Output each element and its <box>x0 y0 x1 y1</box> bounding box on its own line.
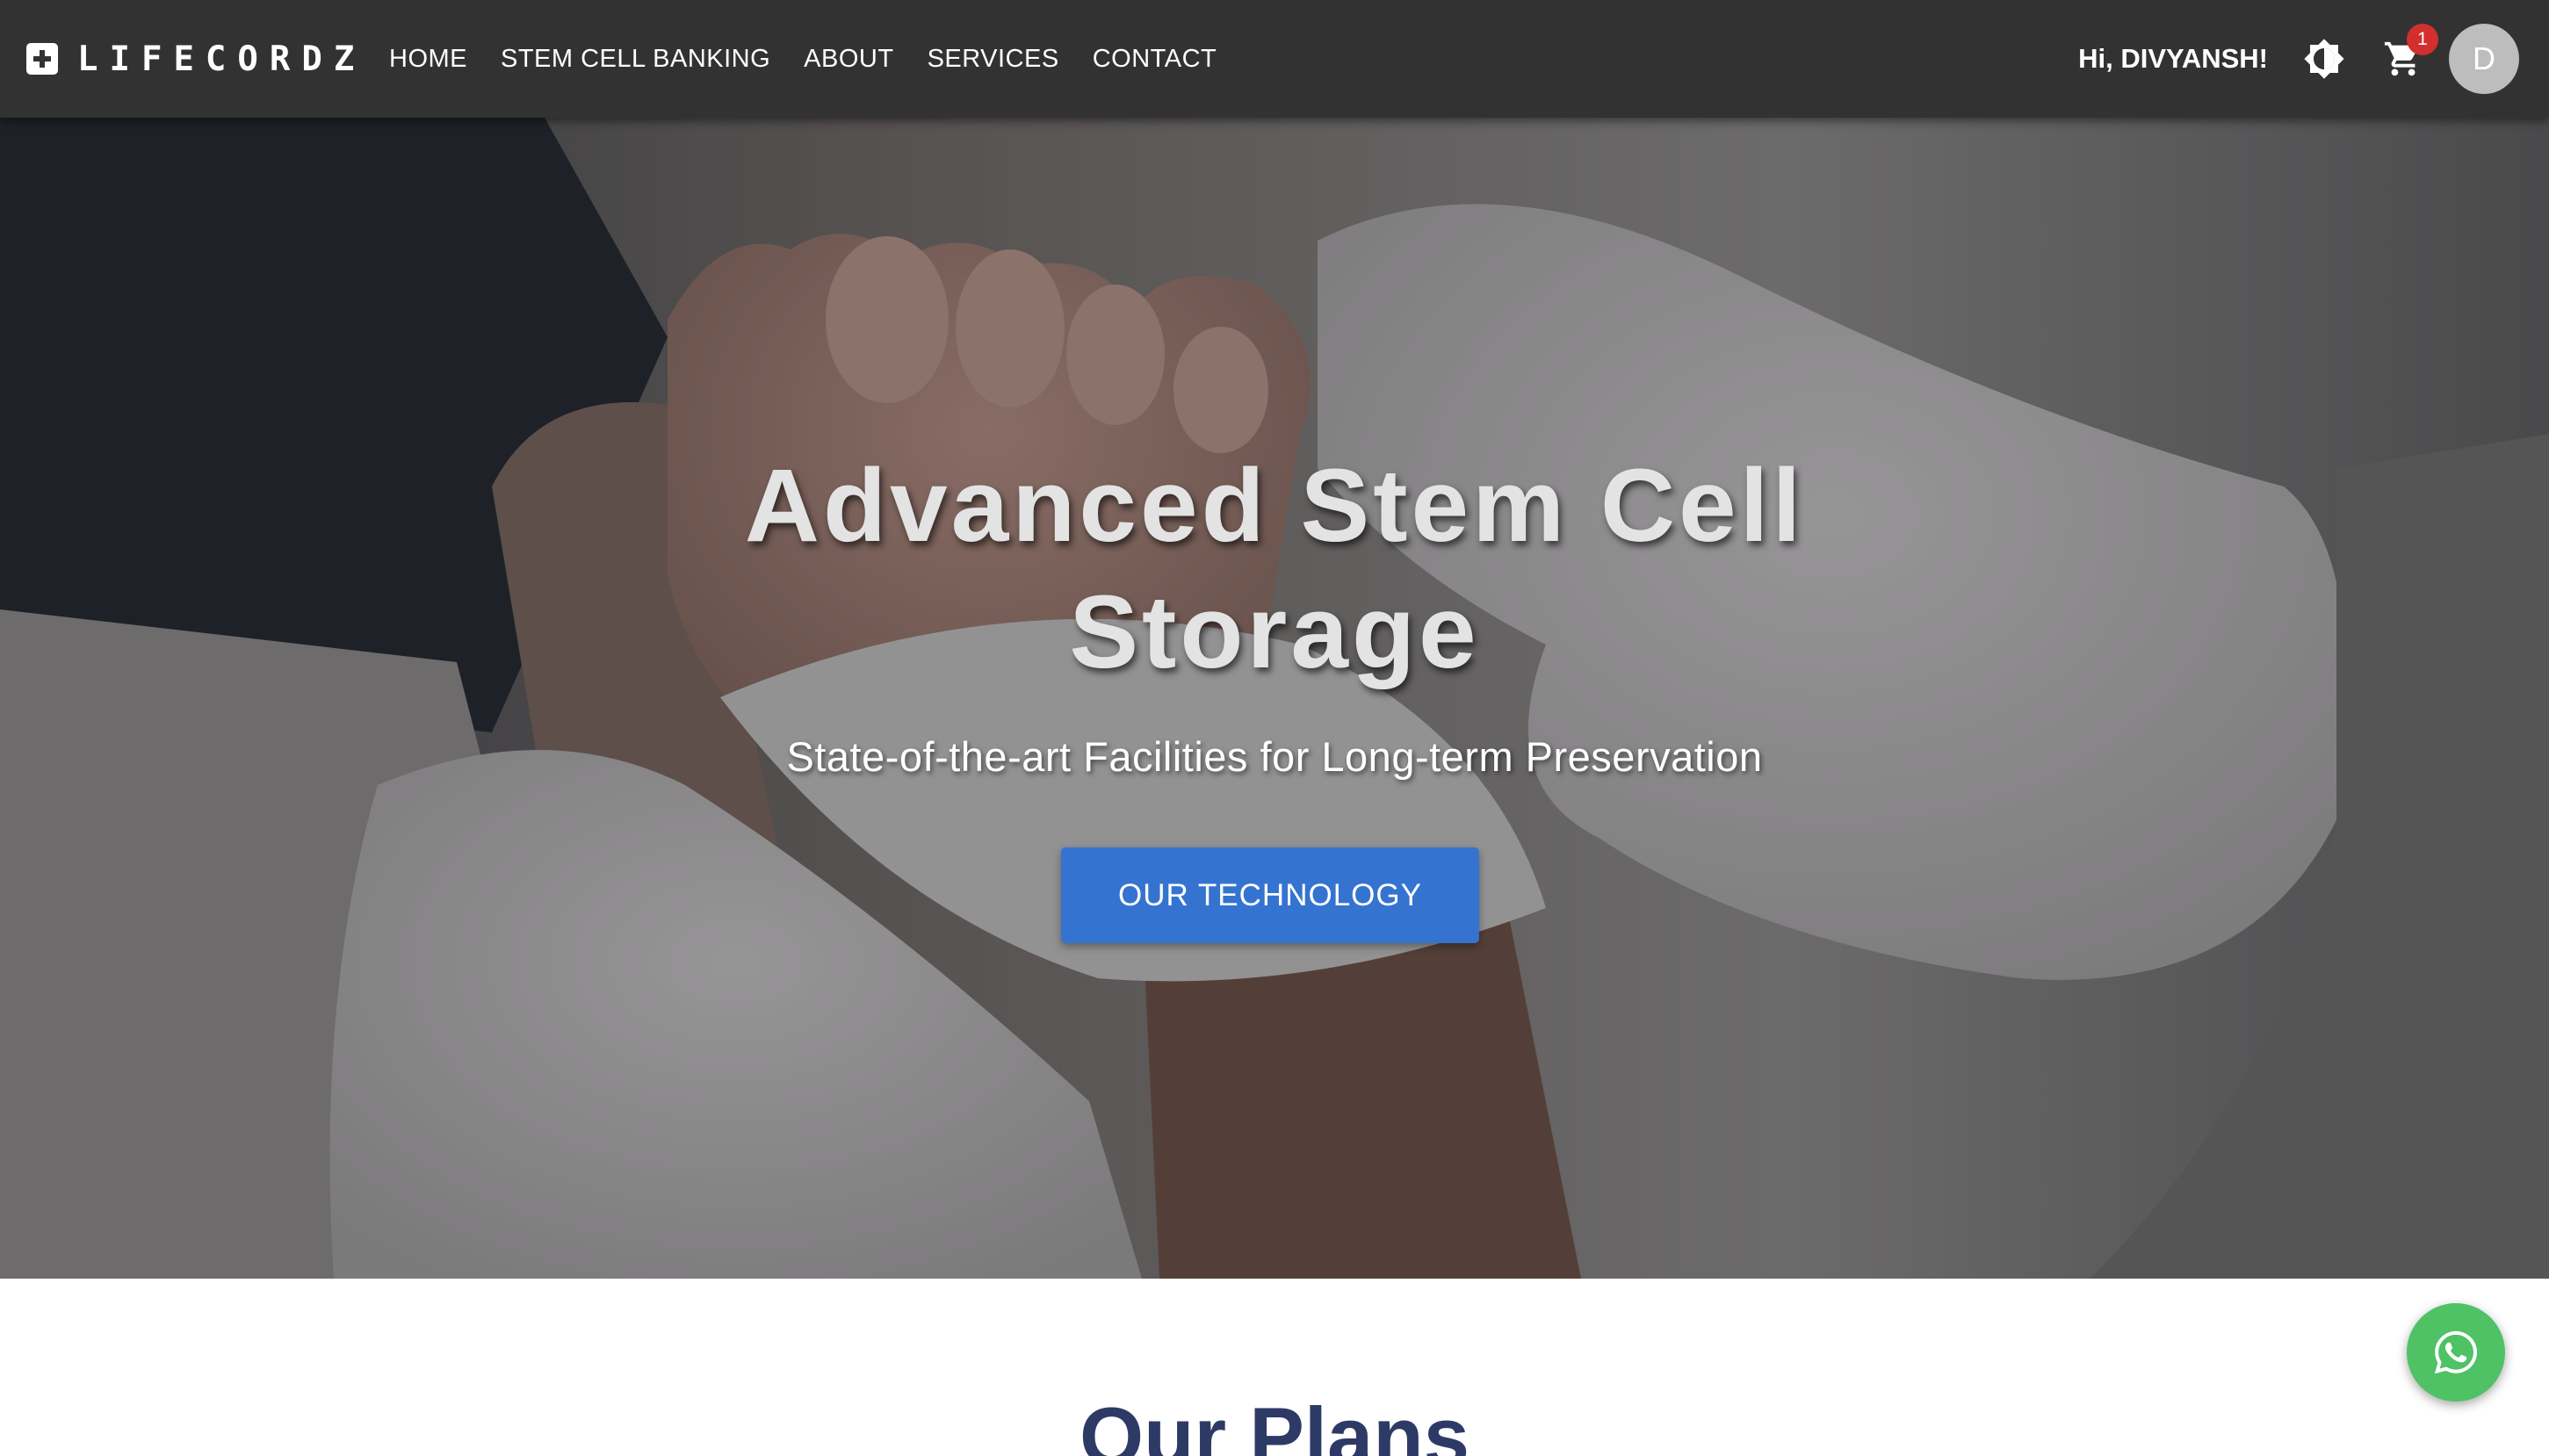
nav-link-services[interactable]: SERVICES <box>928 45 1059 74</box>
brand-logo-link[interactable]: LIFECORDZ <box>26 0 365 118</box>
hero-section: Advanced Stem Cell Storage State-of-the-… <box>0 118 2549 1279</box>
cart-button[interactable]: 1 <box>2377 24 2438 85</box>
main-nav: HOME STEM CELL BANKING ABOUT SERVICES CO… <box>389 0 1217 118</box>
whatsapp-icon <box>2434 1330 2478 1374</box>
brightness-icon <box>2304 39 2344 79</box>
our-technology-button[interactable]: OUR TECHNOLOGY <box>1061 847 1479 943</box>
nav-link-stem-cell-banking[interactable]: STEM CELL BANKING <box>501 45 770 74</box>
cart-count-badge: 1 <box>2407 24 2438 55</box>
nav-link-contact[interactable]: CONTACT <box>1093 45 1217 74</box>
hero-title: Advanced Stem Cell Storage <box>572 443 1977 696</box>
whatsapp-chat-button[interactable] <box>2407 1303 2505 1402</box>
nav-link-home[interactable]: HOME <box>389 45 467 74</box>
user-avatar[interactable]: D <box>2449 24 2519 94</box>
user-greeting: Hi, DIVYANSH! <box>2078 43 2268 74</box>
nav-user-area: Hi, DIVYANSH! 1 D <box>2078 0 2519 118</box>
brand-cross-icon <box>26 43 58 75</box>
plans-section: Our Plans <box>0 1279 2549 1456</box>
nav-link-about[interactable]: ABOUT <box>804 45 893 74</box>
hero-content: Advanced Stem Cell Storage State-of-the-… <box>0 118 2549 1279</box>
hero-title-line-2: Storage <box>1069 574 1480 690</box>
theme-toggle-button[interactable] <box>2298 32 2350 85</box>
hero-subtitle: State-of-the-art Facilities for Long-ter… <box>786 733 1763 780</box>
top-navbar: LIFECORDZ HOME STEM CELL BANKING ABOUT S… <box>0 0 2549 118</box>
brand-name: LIFECORDZ <box>77 39 366 79</box>
hero-title-line-1: Advanced Stem Cell <box>744 448 1805 564</box>
plans-heading: Our Plans <box>1079 1390 1470 1456</box>
